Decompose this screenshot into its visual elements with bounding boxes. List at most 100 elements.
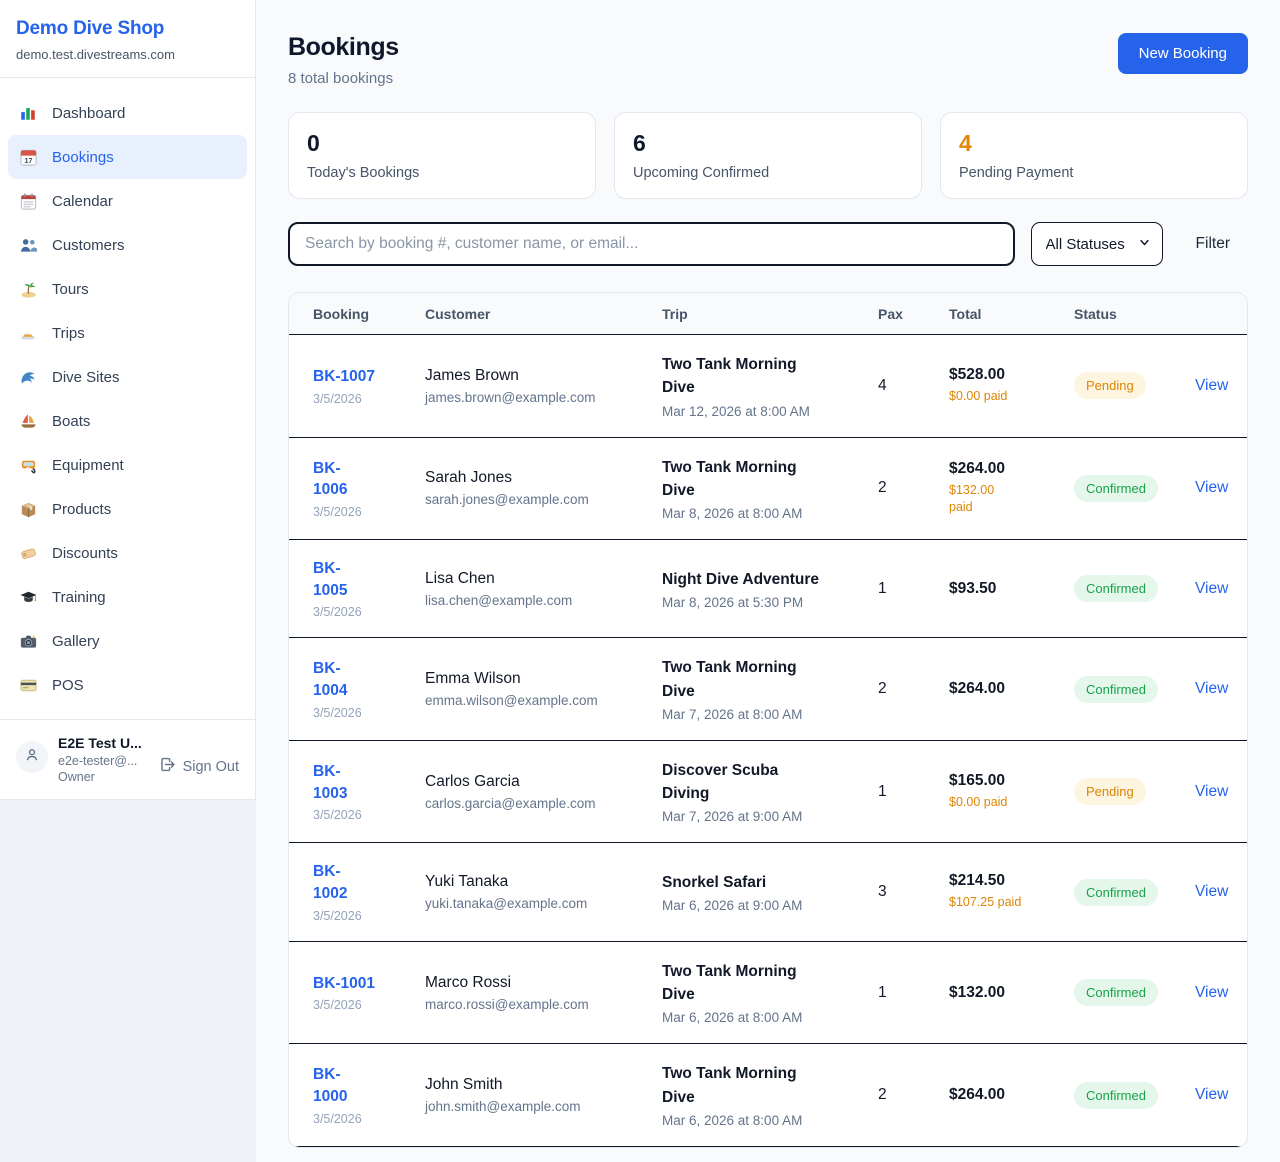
sidebar-item-discounts[interactable]: Discounts xyxy=(8,531,247,575)
table-row: BK- 1003 3/5/2026 Carlos Garcia carlos.g… xyxy=(289,740,1247,843)
trip-name: Two Tank Morning Dive xyxy=(662,960,846,1007)
column-header-trip: Trip xyxy=(646,293,862,335)
pax-count: 1 xyxy=(878,580,917,598)
stat-value: 4 xyxy=(959,130,1229,157)
stat-label: Pending Payment xyxy=(959,165,1229,181)
booking-date: 3/5/2026 xyxy=(313,1112,393,1126)
trip-name: Two Tank Morning Dive xyxy=(662,656,846,703)
paid-amount: $0.00 paid xyxy=(949,794,1042,812)
avatar xyxy=(16,741,48,773)
trip-datetime: Mar 8, 2026 at 8:00 AM xyxy=(662,506,846,521)
table-row: BK- 1005 3/5/2026 Lisa Chen lisa.chen@ex… xyxy=(289,540,1247,638)
new-booking-button[interactable]: New Booking xyxy=(1118,33,1248,74)
view-link[interactable]: View xyxy=(1195,580,1228,597)
bookings-table-card: Booking Customer Trip Pax Total Status B… xyxy=(288,292,1248,1148)
sidebar-item-calendar[interactable]: Calendar xyxy=(8,179,247,223)
sidebar-item-pos[interactable]: POS xyxy=(8,663,247,707)
sidebar-item-dashboard[interactable]: Dashboard xyxy=(8,91,247,135)
total-amount: $528.00 xyxy=(949,366,1042,384)
booking-date: 3/5/2026 xyxy=(313,808,393,822)
booking-number-link[interactable]: BK-1001 xyxy=(313,973,393,995)
user-section: E2E Test U... e2e-tester@... Owner Sign … xyxy=(0,719,255,799)
view-link[interactable]: View xyxy=(1195,479,1228,496)
booking-date: 3/5/2026 xyxy=(313,505,393,519)
main-content: Bookings 8 total bookings New Booking 0 … xyxy=(256,0,1280,1162)
calendar-bookings-icon: 17 xyxy=(18,147,38,167)
booking-date: 3/5/2026 xyxy=(313,706,393,720)
status-badge: Confirmed xyxy=(1074,676,1158,703)
sidebar-column: Demo Dive Shop demo.test.divestreams.com… xyxy=(0,0,256,1162)
status-filter-select[interactable]: All Statuses xyxy=(1031,222,1163,266)
customer-email: marco.rossi@example.com xyxy=(425,997,630,1012)
sign-out-label: Sign Out xyxy=(183,759,239,775)
status-badge: Confirmed xyxy=(1074,575,1158,602)
sidebar-item-bookings[interactable]: 17 Bookings xyxy=(8,135,247,179)
total-amount: $264.00 xyxy=(949,1086,1042,1104)
view-link[interactable]: View xyxy=(1195,680,1228,697)
pax-count: 3 xyxy=(878,883,917,901)
sidebar-item-dive-sites[interactable]: Dive Sites xyxy=(8,355,247,399)
user-email: e2e-tester@... xyxy=(58,754,159,768)
sidebar-item-products[interactable]: Products xyxy=(8,487,247,531)
view-link[interactable]: View xyxy=(1195,783,1228,800)
table-row: BK- 1002 3/5/2026 Yuki Tanaka yuki.tanak… xyxy=(289,843,1247,941)
sign-out-button[interactable]: Sign Out xyxy=(159,756,239,777)
booking-number-link[interactable]: BK- 1002 xyxy=(313,861,393,904)
view-link[interactable]: View xyxy=(1195,1086,1228,1103)
booking-number-link[interactable]: BK-1007 xyxy=(313,366,393,388)
grad-cap-icon xyxy=(18,587,38,607)
booking-number-link[interactable]: BK- 1004 xyxy=(313,658,393,701)
pax-count: 1 xyxy=(878,783,917,801)
stat-value: 0 xyxy=(307,130,577,157)
customer-name: John Smith xyxy=(425,1076,630,1094)
search-input[interactable] xyxy=(288,222,1015,266)
customer-email: james.brown@example.com xyxy=(425,390,630,405)
status-badge: Confirmed xyxy=(1074,879,1158,906)
sailboat-icon xyxy=(18,411,38,431)
camera-icon xyxy=(18,631,38,651)
page-subtitle: 8 total bookings xyxy=(288,70,399,87)
sidebar-item-customers[interactable]: Customers xyxy=(8,223,247,267)
total-amount: $264.00 xyxy=(949,460,1042,478)
customer-name: Marco Rossi xyxy=(425,974,630,992)
booking-number-link[interactable]: BK- 1000 xyxy=(313,1064,393,1107)
total-amount: $214.50 xyxy=(949,872,1042,890)
sidebar-item-equipment[interactable]: Equipment xyxy=(8,443,247,487)
status-badge: Pending xyxy=(1074,372,1146,399)
person-icon xyxy=(24,747,40,768)
customer-email: emma.wilson@example.com xyxy=(425,693,630,708)
booking-number-link[interactable]: BK- 1006 xyxy=(313,458,393,501)
dive-mask-icon xyxy=(18,455,38,475)
package-icon xyxy=(18,499,38,519)
sidebar-nav: Dashboard 17 Bookings Calendar Customers xyxy=(0,78,255,719)
booking-number-link[interactable]: BK- 1003 xyxy=(313,761,393,804)
tag-icon xyxy=(18,543,38,563)
view-link[interactable]: View xyxy=(1195,883,1228,900)
sidebar-item-trips[interactable]: Trips xyxy=(8,311,247,355)
view-link[interactable]: View xyxy=(1195,984,1228,1001)
column-header-status: Status xyxy=(1058,293,1179,335)
sidebar-item-tours[interactable]: Tours xyxy=(8,267,247,311)
table-row: BK- 1004 3/5/2026 Emma Wilson emma.wilso… xyxy=(289,638,1247,741)
bookings-table: Booking Customer Trip Pax Total Status B… xyxy=(289,293,1247,1147)
stat-label: Today's Bookings xyxy=(307,165,577,181)
sidebar-item-label: Bookings xyxy=(52,149,114,166)
sidebar-item-boats[interactable]: Boats xyxy=(8,399,247,443)
booking-number-link[interactable]: BK- 1005 xyxy=(313,558,393,601)
sidebar-item-gallery[interactable]: Gallery xyxy=(8,619,247,663)
trip-datetime: Mar 6, 2026 at 8:00 AM xyxy=(662,1010,846,1025)
stat-card: 4 Pending Payment xyxy=(940,112,1248,199)
table-row: BK-1001 3/5/2026 Marco Rossi marco.rossi… xyxy=(289,941,1247,1044)
view-link[interactable]: View xyxy=(1195,377,1228,394)
trip-name: Two Tank Morning Dive xyxy=(662,353,846,400)
customer-email: sarah.jones@example.com xyxy=(425,492,630,507)
filter-button[interactable]: Filter xyxy=(1196,235,1230,253)
pax-count: 1 xyxy=(878,984,917,1002)
sidebar-item-training[interactable]: Training xyxy=(8,575,247,619)
total-amount: $165.00 xyxy=(949,772,1042,790)
island-icon xyxy=(18,279,38,299)
bar-chart-icon xyxy=(18,103,38,123)
customer-name: Sarah Jones xyxy=(425,469,630,487)
sidebar-item-label: Gallery xyxy=(52,633,100,650)
trip-name: Two Tank Morning Dive xyxy=(662,456,846,503)
